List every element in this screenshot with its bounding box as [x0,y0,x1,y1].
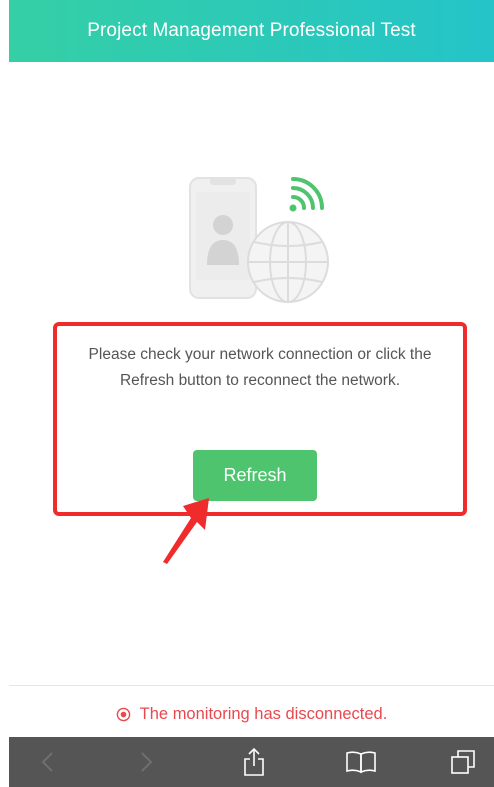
bookmarks-button[interactable] [339,737,383,787]
back-button[interactable] [27,737,67,787]
app-header: Project Management Professional Test [9,0,494,62]
network-error-message: Please check your network connection or … [88,346,432,389]
share-icon [244,747,264,776]
back-icon [41,752,53,772]
wifi-icon [289,177,324,212]
browser-toolbar [9,737,494,787]
bookmarks-icon [346,751,376,774]
page-title: Project Management Professional Test [87,20,416,41]
monitoring-status: The monitoring has disconnected. [9,700,494,728]
phone-icon [189,177,257,299]
forward-button[interactable] [127,737,167,787]
globe-icon [247,221,329,303]
annotation-arrow-icon [163,498,209,564]
monitoring-status-text: The monitoring has disconnected. [139,704,388,723]
divider [9,685,494,686]
record-icon [116,707,130,721]
tabs-icon [451,750,475,774]
forward-icon [141,752,153,772]
share-button[interactable] [234,737,274,787]
tabs-button[interactable] [441,737,485,787]
app-screen: Project Management Professional Test Ple… [0,0,494,787]
network-error-illustration [189,177,329,303]
